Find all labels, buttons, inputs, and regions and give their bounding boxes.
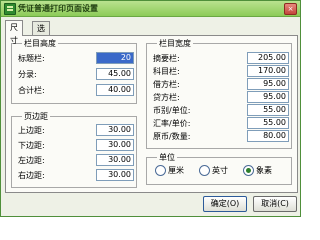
column-height-group: 栏目高度 标题栏: 分录: 合计栏:	[11, 38, 137, 104]
summary-width-input[interactable]	[247, 52, 289, 64]
right-margin-label: 右边距:	[18, 171, 45, 180]
original-width-label: 原币/数量:	[153, 132, 191, 141]
close-icon[interactable]: ×	[284, 3, 297, 15]
bottom-margin-input[interactable]	[96, 139, 134, 151]
debit-width-label: 借方栏:	[153, 80, 180, 89]
currency-width-label: 币别/单位:	[153, 106, 191, 115]
margins-group: 页边距 上边距: 下边距: 左边距: 右边距:	[11, 111, 137, 188]
ok-button[interactable]: 确定(O)	[203, 196, 247, 212]
currency-width-input[interactable]	[247, 104, 289, 116]
left-margin-label: 左边距:	[18, 156, 45, 165]
tab-options[interactable]: 选项	[32, 21, 50, 46]
unit-inch-radio[interactable]	[199, 165, 210, 176]
rate-width-label: 汇率/单价:	[153, 119, 191, 128]
title-height-label: 标题栏:	[18, 54, 45, 63]
top-margin-label: 上边距:	[18, 126, 45, 135]
page-setup-dialog: 凭证普通打印页面设置 × 尺寸 选项 栏目高度 标题栏: 分录: 合计栏: 页边…	[0, 0, 301, 217]
total-height-label: 合计栏:	[18, 86, 45, 95]
unit-title: 单位	[157, 152, 177, 163]
column-width-title: 栏目宽度	[157, 38, 193, 49]
entry-height-label: 分录:	[18, 70, 37, 79]
original-width-input[interactable]	[247, 130, 289, 142]
unit-pixel-radio[interactable]	[243, 165, 254, 176]
debit-width-input[interactable]	[247, 78, 289, 90]
unit-inch-label[interactable]: 英寸	[212, 165, 228, 176]
unit-cm-radio[interactable]	[155, 165, 166, 176]
title-height-input[interactable]	[96, 52, 134, 64]
account-width-label: 科目栏:	[153, 67, 180, 76]
top-margin-input[interactable]	[96, 124, 134, 136]
entry-height-input[interactable]	[96, 68, 134, 80]
account-width-input[interactable]	[247, 65, 289, 77]
unit-cm-label[interactable]: 厘米	[168, 165, 184, 176]
window-title: 凭证普通打印页面设置	[18, 4, 98, 13]
bottom-margin-label: 下边距:	[18, 141, 45, 150]
right-margin-input[interactable]	[96, 169, 134, 181]
cancel-button[interactable]: 取消(C)	[253, 196, 297, 212]
margins-title: 页边距	[22, 111, 50, 122]
total-height-input[interactable]	[96, 84, 134, 96]
tab-size[interactable]: 尺寸	[5, 20, 23, 45]
tab-panel-size: 栏目高度 标题栏: 分录: 合计栏: 页边距 上边距: 下边距:	[5, 35, 298, 193]
unit-pixel-label[interactable]: 象素	[256, 165, 272, 176]
credit-width-label: 贷方栏:	[153, 93, 180, 102]
left-margin-input[interactable]	[96, 154, 134, 166]
summary-width-label: 摘要栏:	[153, 54, 180, 63]
app-icon	[4, 3, 16, 15]
column-height-title: 栏目高度	[22, 38, 58, 49]
rate-width-input[interactable]	[247, 117, 289, 129]
credit-width-input[interactable]	[247, 91, 289, 103]
title-bar[interactable]: 凭证普通打印页面设置 ×	[1, 1, 300, 17]
unit-group: 单位 厘米 英寸 象素	[146, 152, 292, 185]
column-width-group: 栏目宽度 摘要栏: 科目栏: 借方栏: 贷方栏: 币别/单位:	[146, 38, 292, 149]
